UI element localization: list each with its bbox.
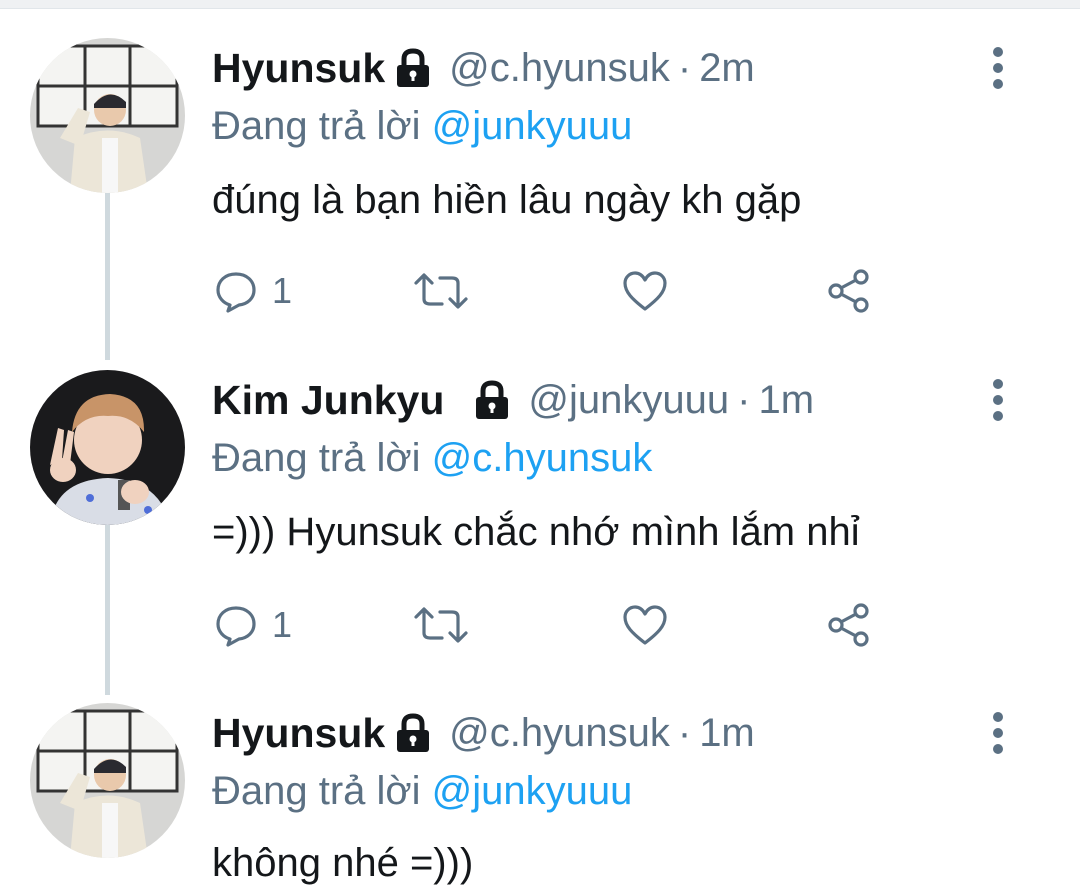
user-handle[interactable]: @c.hyunsuk <box>449 711 670 756</box>
more-vertical-icon[interactable] <box>984 710 1012 756</box>
lock-icon <box>391 711 435 755</box>
retweet-icon <box>414 607 468 643</box>
mention-link[interactable]: @junkyuuu <box>432 769 633 813</box>
tweet[interactable]: Hyunsuk @c.hyunsuk · 2m Đang trả lời @ju… <box>0 38 1080 338</box>
separator-dot: · <box>737 377 751 422</box>
timestamp[interactable]: 1m <box>758 378 814 423</box>
timestamp[interactable]: 1m <box>699 711 755 756</box>
replying-to: Đang trả lời @junkyuuu <box>212 769 632 814</box>
timestamp[interactable]: 2m <box>699 46 755 91</box>
tweet-text: =))) Hyunsuk chắc nhớ mình lắm nhỉ <box>212 510 860 554</box>
tweet[interactable]: Hyunsuk @c.hyunsuk · 1m Đang trả lời @ju… <box>0 703 1080 889</box>
user-handle[interactable]: @c.hyunsuk <box>449 46 670 91</box>
replying-to-label: Đang trả lời <box>212 436 421 480</box>
replying-to-label: Đang trả lời <box>212 104 421 148</box>
display-name[interactable]: Kim Junkyu <box>212 377 444 424</box>
top-divider <box>0 0 1080 9</box>
tweet-actions: 1 <box>212 600 912 650</box>
avatar[interactable] <box>30 370 185 525</box>
reply-button[interactable]: 1 <box>214 600 292 650</box>
share-button[interactable] <box>826 266 872 316</box>
lock-icon <box>391 46 435 90</box>
reply-icon <box>216 272 256 313</box>
like-icon <box>623 605 667 645</box>
retweet-button[interactable] <box>412 266 470 316</box>
avatar[interactable] <box>30 38 185 193</box>
user-handle[interactable]: @junkyuuu <box>528 378 729 423</box>
mention-link[interactable]: @c.hyunsuk <box>432 436 653 480</box>
separator-dot: · <box>677 45 692 90</box>
retweet-button[interactable] <box>412 600 470 650</box>
retweet-icon <box>414 273 468 309</box>
tweet-actions: 1 <box>212 266 912 316</box>
reply-icon <box>216 606 256 647</box>
tweet[interactable]: Kim Junkyu @junkyuuu · 1m Đang trả lời @… <box>0 370 1080 670</box>
mention-link[interactable]: @junkyuuu <box>432 104 633 148</box>
avatar[interactable] <box>30 703 185 858</box>
like-icon <box>623 271 667 311</box>
separator-dot: · <box>677 710 692 755</box>
tweet-text: không nhé =))) <box>212 841 474 885</box>
reply-button[interactable]: 1 <box>214 266 292 316</box>
replying-to: Đang trả lời @c.hyunsuk <box>212 436 652 481</box>
share-button[interactable] <box>826 600 872 650</box>
replying-to-label: Đang trả lời <box>212 769 421 813</box>
reply-count: 1 <box>272 604 293 645</box>
tweet-text: đúng là bạn hiền lâu ngày kh gặp <box>212 178 802 222</box>
like-button[interactable] <box>622 600 668 650</box>
more-vertical-icon[interactable] <box>984 377 1012 423</box>
more-vertical-icon[interactable] <box>984 45 1012 91</box>
share-icon <box>828 603 869 647</box>
display-name[interactable]: Hyunsuk <box>212 45 385 92</box>
replying-to: Đang trả lời @junkyuuu <box>212 104 632 149</box>
display-name[interactable]: Hyunsuk <box>212 710 385 757</box>
like-button[interactable] <box>622 266 668 316</box>
reply-count: 1 <box>272 270 293 311</box>
share-icon <box>828 269 869 313</box>
lock-icon <box>470 378 514 422</box>
